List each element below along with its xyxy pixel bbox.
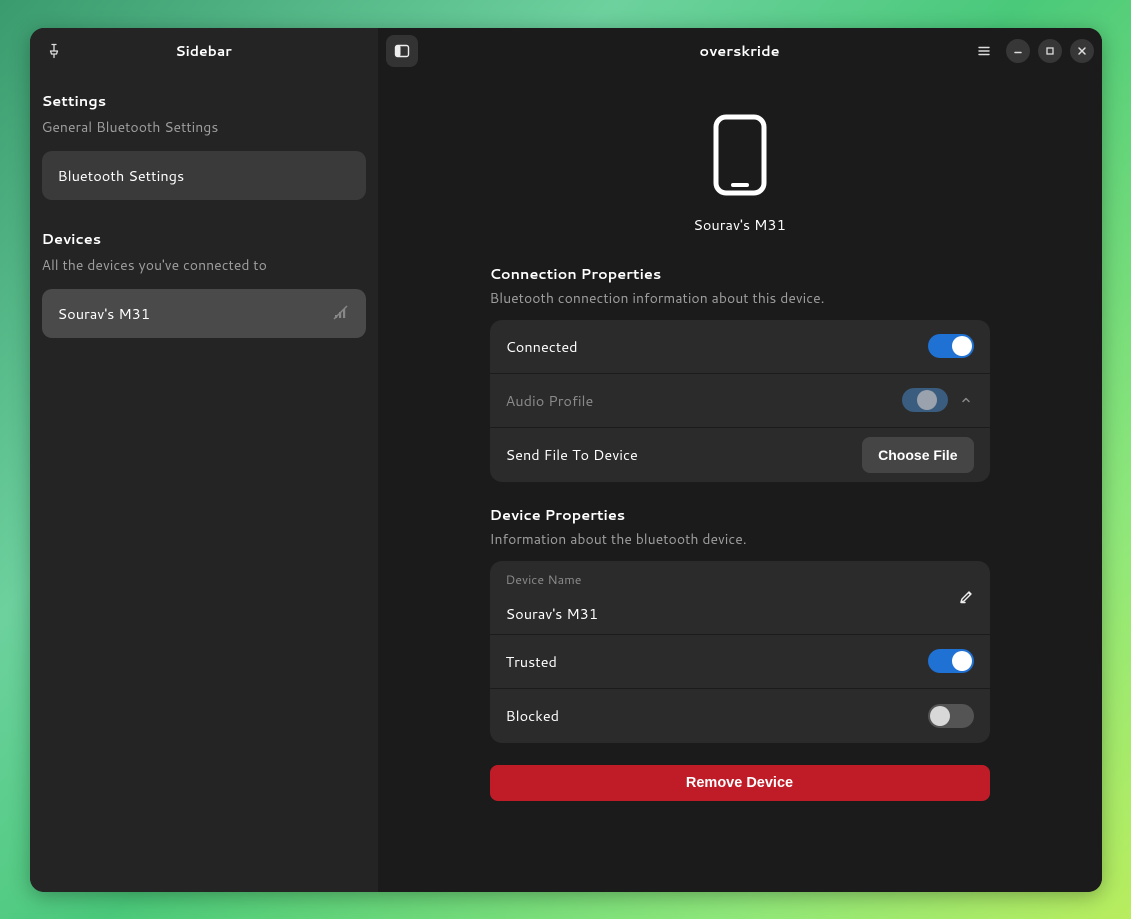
audio-profile-row: Audio Profile: [490, 374, 990, 428]
pin-icon: [46, 43, 62, 59]
blocked-label: Blocked: [506, 705, 916, 726]
sidebar-header: Sidebar: [30, 28, 378, 74]
chevron-up-icon: [960, 394, 972, 406]
close-button[interactable]: [1070, 39, 1094, 63]
maximize-icon: [1044, 45, 1056, 57]
connection-properties-list: Connected Audio Profile: [490, 320, 990, 482]
blocked-toggle[interactable]: [928, 704, 974, 728]
device-preview: Sourav's M31: [693, 114, 786, 235]
close-icon: [1076, 45, 1088, 57]
trusted-toggle[interactable]: [928, 649, 974, 673]
menu-button[interactable]: [970, 37, 998, 65]
device-name-value: Sourav's M31: [506, 603, 974, 624]
audio-profile-label: Audio Profile: [506, 390, 890, 411]
connected-row: Connected: [490, 320, 990, 374]
minimize-icon: [1012, 45, 1024, 57]
connected-toggle[interactable]: [928, 334, 974, 358]
panel-icon: [394, 43, 410, 59]
devices-section-subtitle: All the devices you've connected to: [42, 255, 366, 275]
device-name-label: Device Name: [506, 571, 974, 589]
audio-profile-toggle[interactable]: [902, 388, 948, 412]
remove-device-button[interactable]: Remove Device: [490, 765, 990, 801]
minimize-button[interactable]: [1006, 39, 1030, 63]
connection-properties-subtitle: Bluetooth connection information about t…: [490, 288, 990, 308]
send-file-row: Send File To Device Choose File: [490, 428, 990, 482]
sidebar-item-label: Bluetooth Settings: [58, 165, 185, 186]
sidebar-item-label: Sourav's M31: [58, 303, 151, 324]
device-name-row[interactable]: Device Name Sourav's M31: [490, 561, 990, 635]
send-file-label: Send File To Device: [506, 444, 851, 465]
sidebar-item-bluetooth-settings[interactable]: Bluetooth Settings: [42, 151, 366, 200]
edit-icon: [958, 589, 974, 605]
content-column: Connection Properties Bluetooth connecti…: [490, 263, 990, 801]
phone-icon: [713, 114, 767, 196]
device-name-heading: Sourav's M31: [693, 214, 786, 235]
device-properties-title: Device Properties: [490, 504, 990, 525]
audio-profile-expand[interactable]: [958, 392, 974, 408]
blocked-row: Blocked: [490, 689, 990, 743]
sidebar-item-device[interactable]: Sourav's M31: [42, 289, 366, 338]
pin-button[interactable]: [40, 37, 68, 65]
choose-file-button[interactable]: Choose File: [862, 437, 973, 473]
device-properties-subtitle: Information about the bluetooth device.: [490, 529, 990, 549]
main-pane: overskride: [378, 28, 1102, 892]
hamburger-icon: [976, 43, 992, 59]
trusted-label: Trusted: [506, 651, 916, 672]
toggle-sidebar-button[interactable]: [386, 35, 418, 67]
main-body: Sourav's M31 Connection Properties Bluet…: [378, 74, 1102, 892]
sidebar-title: Sidebar: [30, 41, 378, 61]
sidebar: Sidebar Settings General Bluetooth Setti…: [30, 28, 378, 892]
settings-section-title: Settings: [42, 90, 366, 111]
signal-off-icon: [332, 304, 350, 322]
connected-label: Connected: [506, 336, 916, 357]
main-header: overskride: [378, 28, 1102, 74]
maximize-button[interactable]: [1038, 39, 1062, 63]
devices-section-title: Devices: [42, 228, 366, 249]
device-properties-list: Device Name Sourav's M31 Trusted Block: [490, 561, 990, 743]
connection-properties-title: Connection Properties: [490, 263, 990, 284]
app-window: Sidebar Settings General Bluetooth Setti…: [30, 28, 1102, 892]
sidebar-body: Settings General Bluetooth Settings Blue…: [30, 74, 378, 348]
settings-section-subtitle: General Bluetooth Settings: [42, 117, 366, 137]
trusted-row: Trusted: [490, 635, 990, 689]
